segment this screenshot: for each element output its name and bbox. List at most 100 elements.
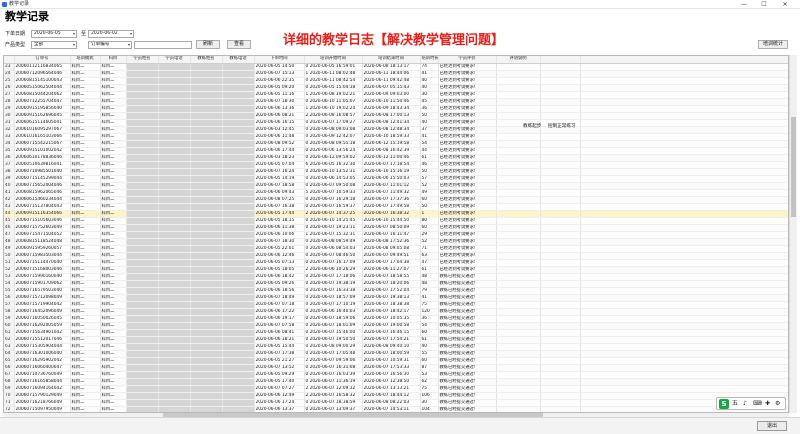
table-row[interactable]: 64 20060716301006040 科目二 科目二 2020-06-07 17:3… <box>4 350 788 358</box>
table-row[interactable]: 41 20060815962065046 科目二 科目二 2020-06-06 09:4… <box>4 189 788 197</box>
column-header[interactable]: 培训时长 <box>420 56 439 64</box>
table-row[interactable]: 39 20060715145299044 科目二 科目二 2020-06-05 14:1… <box>4 175 788 183</box>
search-field-select[interactable]: 订单编号 ▾ <box>88 41 132 49</box>
ime-voice-icon[interactable]: ♪ <box>743 399 747 409</box>
vertical-scrollbar[interactable] <box>789 55 797 413</box>
table-row[interactable]: 26 20060515062504044 科目二 科目二 2020-06-05 09:2… <box>4 84 788 92</box>
column-header[interactable]: 科目 <box>100 56 127 64</box>
table-row[interactable]: 30 20060915162696045 科目二 科目二 2020-06-06 08:2… <box>4 112 788 120</box>
calendar-dropdown-icon[interactable]: ▾ <box>73 31 75 37</box>
table-row[interactable]: 34 20060715542215067 科目二 科目二 2020-06-08 09:5… <box>4 140 788 148</box>
column-header[interactable]: 教练姓名 <box>190 56 223 64</box>
scrollbar-thumb[interactable] <box>791 117 796 217</box>
column-header[interactable]: 订单号 <box>14 56 71 64</box>
table-row[interactable]: 69 20060716094164042 科目二 科目二 2020-06-07 07:2… <box>4 385 788 393</box>
maximize-icon[interactable]: ☐ <box>756 0 772 9</box>
table-row[interactable]: 32 20061016095297067 科目二 科目二 2020-06-03 12:4… <box>4 126 788 134</box>
table-cell: 20060715097950049 <box>14 406 71 412</box>
column-header[interactable] <box>580 56 788 64</box>
table-row[interactable]: 61 20060715634901042 科目二 科目二 2020-06-06 08:4… <box>4 329 788 337</box>
table-row[interactable]: 38 20060710985501040 科目二 科目二 2020-06-07 16:2… <box>4 168 788 176</box>
table-row[interactable]: 65 20060716295902042 科目二 科目二 2020-06-05 21:2… <box>4 357 788 365</box>
ime-keyboard-icon[interactable]: ⌨ <box>753 399 762 409</box>
table-cell <box>158 126 191 134</box>
table-row[interactable]: 56 20060715712098049 科目二 科目二 2020-06-07 18:4… <box>4 294 788 302</box>
column-header[interactable]: 学员姓名 <box>126 56 159 64</box>
view-button[interactable]: 查看 <box>227 40 251 49</box>
date-from-picker[interactable]: 2020-06-05 ▾ <box>31 30 77 38</box>
column-header[interactable]: 学员评价 <box>438 56 497 64</box>
table-row[interactable]: 29 20060915195856040 科目二 科目二 2020-06-06 13:3… <box>4 105 788 113</box>
table-row[interactable]: 23 20060112116834065 科目二 科目二 2020-06-05 14:5… <box>4 63 788 71</box>
table-row[interactable]: 46 20060715752603049 科目二 科目二 2020-06-06 11:3… <box>4 224 788 232</box>
table-row[interactable]: 37 20060510639816041 科目二 科目二 2020-06-05 07:0… <box>4 161 788 169</box>
refresh-button[interactable]: 刷新 <box>196 40 220 49</box>
ime-logo-icon[interactable]: S <box>719 399 729 409</box>
column-header[interactable]: 培训模式 <box>70 56 101 64</box>
table-row[interactable]: 47 20060715471504052 科目二 科目二 2020-06-06 10:0… <box>4 231 788 239</box>
table-row[interactable]: 43 20060715137804043 科目二 科目二 2020-06-07 16:3… <box>4 203 788 211</box>
table-cell: 教练已经提交通过! <box>438 273 497 281</box>
table-cell: 20060716094164042 <box>14 385 71 393</box>
ime-toolbar[interactable]: S 五 ♪ ⌨ ✚ ⚙ <box>716 397 786 410</box>
minimize-icon[interactable]: — <box>736 0 752 9</box>
product-type-select[interactable]: 全部 ▾ <box>31 41 77 49</box>
calendar-dropdown-icon[interactable]: ▾ <box>130 31 132 37</box>
exit-button[interactable]: 退出 <box>757 421 787 431</box>
table-row[interactable]: 24 20060712096564046 科目二 科目二 2020-06-07 15:1… <box>4 70 788 78</box>
column-header[interactable]: 学员电话 <box>158 56 191 64</box>
table-row[interactable]: 63 20060715305904044 科目二 科目二 2020-06-05 15:4… <box>4 343 788 351</box>
table-row[interactable]: 35 20060915101002042 科目二 科目二 2020-06-06 17:4… <box>4 147 788 155</box>
search-input[interactable] <box>134 41 192 49</box>
column-header[interactable]: 下单时间 <box>254 56 305 64</box>
ime-settings-icon[interactable]: ⚙ <box>775 399 780 409</box>
table-row[interactable]: 62 20060715512017046 科目二 科目二 2020-06-06 18:2… <box>4 336 788 344</box>
column-header[interactable]: 教练电话 <box>222 56 255 64</box>
table-row[interactable]: 27 20060815044204062 科目二 科目二 2020-06-05 11:1… <box>4 91 788 99</box>
table-row[interactable]: 68 20060716165858044 科目二 科目二 2020-06-05 17:4… <box>4 378 788 386</box>
table-row[interactable]: 57 20060715719904042 科目二 科目二 2020-06-07 07:1… <box>4 301 788 309</box>
table-row[interactable]: 60 20060716292005059 科目二 科目二 2020-06-07 07:5… <box>4 322 788 330</box>
table-row[interactable]: 52 20060715168003046 科目二 科目二 2020-06-05 18:0… <box>4 266 788 274</box>
table-cell: 科目二 <box>70 238 101 246</box>
table-row[interactable]: 45 20060715105603046 科目二 科目二 2020-06-05 18:1… <box>4 217 788 225</box>
table-row[interactable]: 55 20060716579503040 科目二 科目二 2020-06-06 18:5… <box>4 287 788 295</box>
table-row[interactable]: 25 20060815145100043 科目二 科目二 2020-06-06 22:3… <box>4 77 788 85</box>
table-cell: 20060710736760049 <box>14 371 71 379</box>
table-cell: 0 2020-06-07 19:38:19 <box>304 280 363 288</box>
table-row[interactable]: 28 20060712255704047 科目二 科目二 2020-06-07 18:3… <box>4 98 788 106</box>
table-row[interactable]: 59 20060716050026045 科目二 科目二 2020-06-06 19:1… <box>4 315 788 323</box>
ime-add-icon[interactable]: ✚ <box>765 399 770 409</box>
table-cell: 已经达到考试要求! <box>438 266 497 274</box>
table-row[interactable]: 36 20060610178836046 科目二 科目二 2020-06-03 18:2… <box>4 154 788 162</box>
training-stats-button[interactable]: 培训统计 <box>758 40 788 49</box>
table-row[interactable]: 31 20060615114605041 科目二 科目二 2020-06-06 16:1… <box>4 119 788 127</box>
table-row[interactable]: 33 20061016165103066 科目二 科目二 2020-06-06 11:4… <box>4 133 788 141</box>
column-header[interactable]: 评语说明 <box>496 56 541 64</box>
table-row[interactable]: 44 20060915116354066 科目二 科目二 2020-06-05 17:4… <box>4 210 788 218</box>
table-cell: 科目二 <box>100 371 127 379</box>
table-row[interactable]: 50 20060715983503044 科目二 科目二 2020-06-06 12:4… <box>4 252 788 260</box>
table-row[interactable]: 54 20060715901709062 科目二 科目二 2020-06-05 09:2… <box>4 280 788 288</box>
table-row[interactable]: 67 20060710736760049 科目二 科目二 2020-06-05 09:2… <box>4 371 788 379</box>
table-row[interactable]: 66 20060716060400047 科目二 科目二 2020-06-07 13:5… <box>4 364 788 372</box>
table-row[interactable]: 53 20060715990160040 科目二 科目二 2020-06-06 18:4… <box>4 273 788 281</box>
table-row[interactable]: 51 20060715114470040 科目二 科目二 2020-06-05 07:1… <box>4 259 788 267</box>
table-row[interactable]: 71 20060716218766049 科目二 科目二 2020-06-06 17:2… <box>4 399 788 407</box>
table-cell <box>126 70 159 78</box>
table-row[interactable]: 58 20060716452096049 科目二 科目二 2020-06-06 17:2… <box>4 308 788 316</box>
table-row[interactable]: 72 20060715097950049 科目二 科目二 2020-06-06 13:3… <box>4 406 788 412</box>
table-row[interactable]: 70 20060715790129049 科目二 科目二 2020-06-06 12:4… <box>4 392 788 400</box>
table-row[interactable]: 48 20060815118524048 科目二 科目二 2020-06-07 18:3… <box>4 238 788 246</box>
column-header[interactable] <box>540 56 581 64</box>
records-grid[interactable]: 订单号 培训模式 科目 学员姓名 学员电话 教练姓名 教练电话 下单时间 培训开始时间 培训结束时… <box>3 55 789 413</box>
column-header[interactable]: 培训结束时间 <box>362 56 421 64</box>
column-header[interactable] <box>4 56 15 64</box>
table-row[interactable]: 49 20060915959260057 科目二 科目二 2020-06-05 22:0… <box>4 245 788 253</box>
table-row[interactable]: 42 20060615460234044 科目二 科目二 2020-06-08 07:2… <box>4 196 788 204</box>
column-header[interactable]: 培训开始时间 <box>304 56 363 64</box>
close-icon[interactable]: ✕ <box>777 0 793 9</box>
table-row[interactable]: 40 20060715652004046 科目二 科目二 2020-06-07 18:5… <box>4 182 788 190</box>
ime-mode-icon[interactable]: 五 <box>732 399 738 409</box>
date-to-picker[interactable]: 2020-06-02 ▾ <box>88 30 134 38</box>
